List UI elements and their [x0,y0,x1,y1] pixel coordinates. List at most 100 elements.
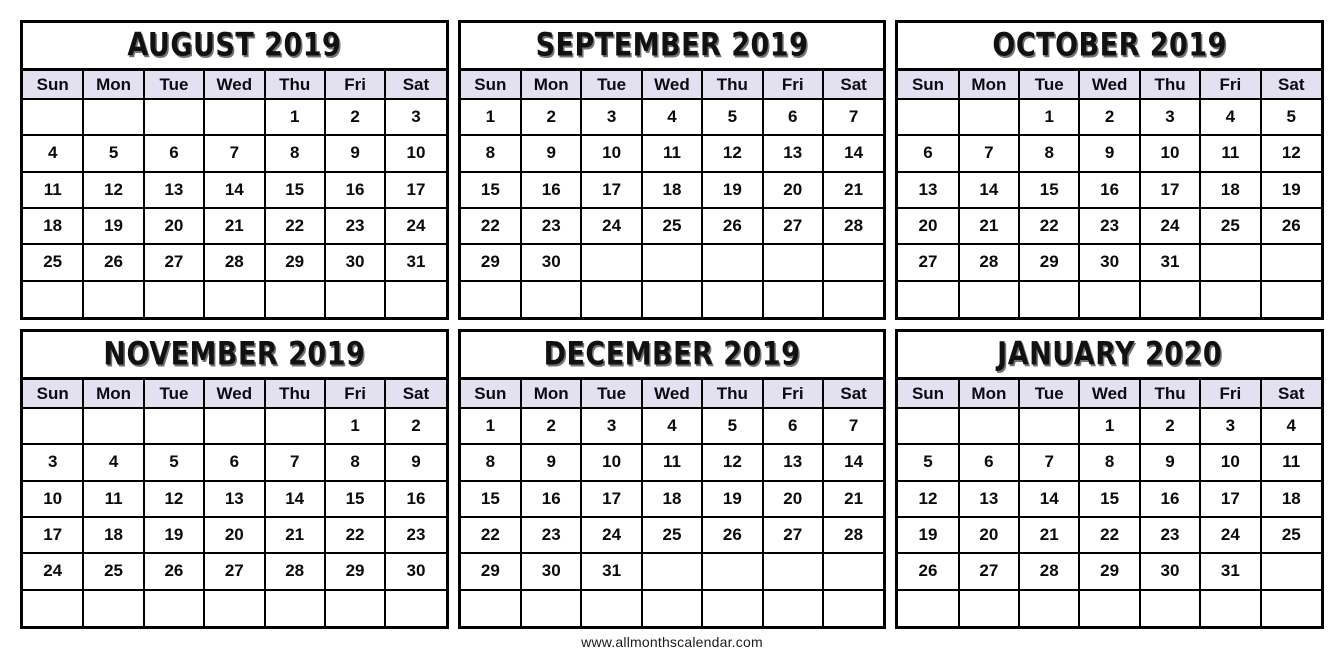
day-cell[interactable]: 17 [1138,170,1202,209]
day-cell[interactable]: 2 [384,406,446,446]
day-cell[interactable]: 27 [957,552,1021,591]
day-cell[interactable]: 11 [23,170,85,209]
day-cell[interactable]: 19 [898,515,960,555]
day-cell[interactable]: 27 [898,243,960,282]
day-cell[interactable]: 31 [1138,243,1202,282]
day-cell[interactable]: 21 [203,206,266,246]
day-cell[interactable]: 22 [1078,515,1141,555]
day-cell[interactable]: 15 [263,170,326,209]
day-cell[interactable]: 15 [323,479,387,518]
day-cell[interactable]: 8 [323,443,387,482]
day-cell[interactable]: 29 [263,243,326,282]
day-cell[interactable]: 11 [640,443,704,482]
day-cell[interactable]: 2 [1138,406,1202,446]
day-cell[interactable]: 24 [580,515,643,555]
day-cell[interactable]: 10 [580,443,643,482]
day-cell[interactable]: 19 [701,170,764,209]
day-cell[interactable]: 7 [821,406,884,446]
day-cell[interactable]: 6 [761,97,824,137]
day-cell[interactable]: 18 [1259,479,1321,518]
day-cell[interactable]: 8 [263,134,326,173]
day-cell[interactable]: 23 [323,206,387,246]
day-cell[interactable]: 23 [520,515,583,555]
day-cell[interactable]: 30 [1078,243,1141,282]
day-cell[interactable]: 16 [384,479,446,518]
day-cell[interactable]: 16 [323,170,387,209]
day-cell[interactable]: 20 [142,206,206,246]
day-cell[interactable]: 10 [580,134,643,173]
day-cell[interactable]: 1 [1018,97,1081,137]
day-cell[interactable]: 14 [957,170,1021,209]
day-cell[interactable]: 8 [1078,443,1141,482]
day-cell[interactable]: 13 [142,170,206,209]
day-cell[interactable]: 7 [821,97,884,137]
day-cell[interactable]: 22 [323,515,387,555]
day-cell[interactable]: 10 [1138,134,1202,173]
day-cell[interactable]: 26 [701,515,764,555]
day-cell[interactable]: 3 [1138,97,1202,137]
day-cell[interactable]: 28 [203,243,266,282]
day-cell[interactable]: 30 [520,552,583,591]
day-cell[interactable]: 23 [384,515,446,555]
day-cell[interactable]: 11 [82,479,145,518]
day-cell[interactable]: 28 [821,206,884,246]
day-cell[interactable]: 20 [761,479,824,518]
day-cell[interactable]: 13 [898,170,960,209]
day-cell[interactable]: 3 [580,406,643,446]
day-cell[interactable]: 19 [1259,170,1321,209]
day-cell[interactable]: 6 [203,443,266,482]
day-cell[interactable]: 20 [898,206,960,246]
day-cell[interactable]: 8 [460,134,523,173]
day-cell[interactable]: 28 [263,552,326,591]
day-cell[interactable]: 18 [1199,170,1262,209]
day-cell[interactable]: 30 [323,243,387,282]
day-cell[interactable]: 13 [957,479,1021,518]
day-cell[interactable]: 9 [520,443,583,482]
day-cell[interactable]: 4 [1199,97,1262,137]
day-cell[interactable]: 4 [23,134,85,173]
day-cell[interactable]: 22 [460,206,523,246]
day-cell[interactable]: 3 [580,97,643,137]
day-cell[interactable]: 17 [580,170,643,209]
day-cell[interactable]: 19 [142,515,206,555]
day-cell[interactable]: 27 [142,243,206,282]
day-cell[interactable]: 26 [142,552,206,591]
day-cell[interactable]: 5 [898,443,960,482]
day-cell[interactable]: 17 [1199,479,1262,518]
day-cell[interactable]: 27 [761,206,824,246]
day-cell[interactable]: 29 [1078,552,1141,591]
day-cell[interactable]: 15 [460,479,523,518]
day-cell[interactable]: 24 [1199,515,1262,555]
day-cell[interactable]: 22 [263,206,326,246]
day-cell[interactable]: 30 [384,552,446,591]
day-cell[interactable]: 31 [384,243,446,282]
day-cell[interactable]: 17 [23,515,85,555]
day-cell[interactable]: 9 [323,134,387,173]
day-cell[interactable]: 8 [1018,134,1081,173]
day-cell[interactable]: 25 [23,243,85,282]
day-cell[interactable]: 7 [957,134,1021,173]
day-cell[interactable]: 1 [460,97,523,137]
day-cell[interactable]: 4 [82,443,145,482]
day-cell[interactable]: 29 [460,243,523,282]
day-cell[interactable]: 10 [384,134,446,173]
day-cell[interactable]: 16 [1138,479,1202,518]
day-cell[interactable]: 21 [263,515,326,555]
day-cell[interactable]: 14 [821,134,884,173]
day-cell[interactable]: 25 [1199,206,1262,246]
day-cell[interactable]: 25 [640,515,704,555]
day-cell[interactable]: 9 [384,443,446,482]
day-cell[interactable]: 11 [1259,443,1321,482]
day-cell[interactable]: 30 [520,243,583,282]
day-cell[interactable]: 20 [957,515,1021,555]
day-cell[interactable]: 3 [23,443,85,482]
day-cell[interactable]: 2 [520,406,583,446]
day-cell[interactable]: 30 [1138,552,1202,591]
day-cell[interactable]: 26 [1259,206,1321,246]
day-cell[interactable]: 2 [1078,97,1141,137]
day-cell[interactable]: 24 [23,552,85,591]
day-cell[interactable]: 11 [640,134,704,173]
day-cell[interactable]: 23 [1138,515,1202,555]
day-cell[interactable]: 10 [23,479,85,518]
day-cell[interactable]: 15 [460,170,523,209]
